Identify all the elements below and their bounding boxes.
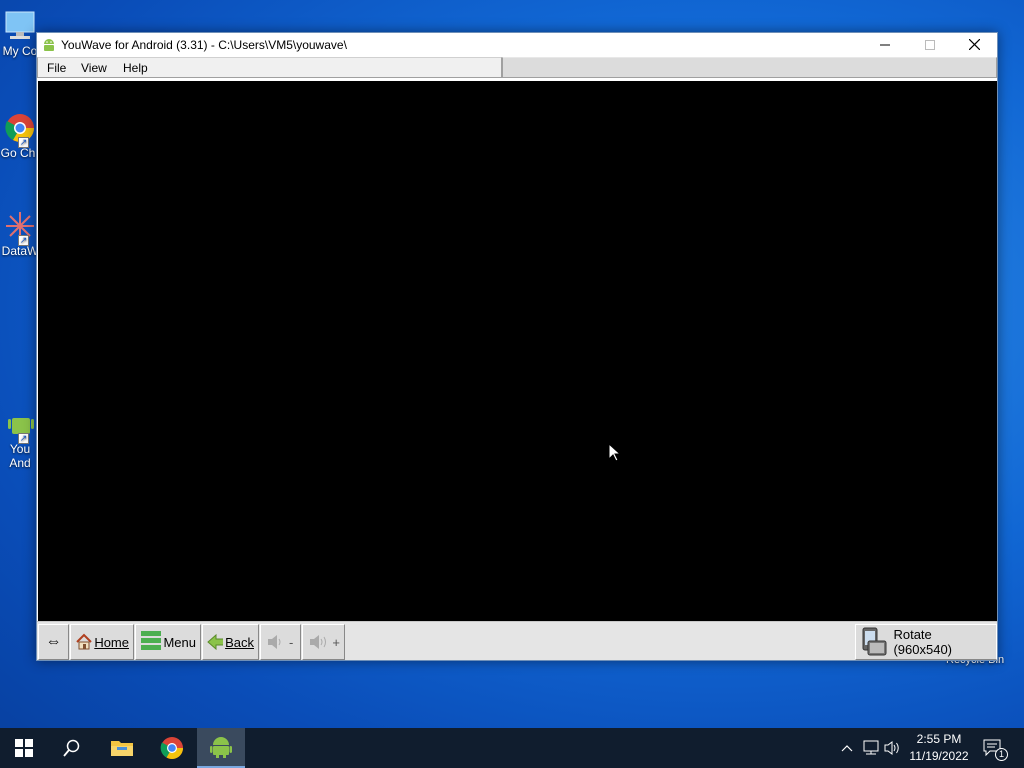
search-icon [63,739,80,757]
menu-help[interactable]: Help [123,61,148,75]
chrome-icon [160,737,183,759]
menu-icon [141,631,161,650]
android-icon: ↗ [4,408,36,444]
home-icon [76,633,92,650]
maximize-icon [924,40,935,50]
speaker-icon [268,635,281,649]
android-screen[interactable] [38,81,997,621]
desktop-icon-chrome[interactable]: ↗ Go Chr [0,112,40,160]
home-button[interactable]: Home [70,624,134,660]
volume-button[interactable] [883,728,903,768]
chrome-icon: ↗ [4,112,36,148]
android-icon [210,737,232,758]
taskbar-file-explorer[interactable] [98,728,146,768]
home-label: Home [94,634,129,650]
back-label: Back [225,634,254,650]
volume-up-label: + [332,634,340,650]
folder-icon [111,741,133,756]
network-button[interactable] [860,728,882,768]
clock[interactable]: 2:55 PM 11/19/2022 [902,731,976,765]
resize-arrows-icon: ⇔ [45,633,62,650]
rotate-label: Rotate (960x540) [893,627,953,657]
network-icon [863,740,879,755]
menu-label: Menu [163,634,196,650]
chevron-up-icon [841,745,853,752]
volume-up-button[interactable]: + [302,624,345,660]
action-center-button[interactable]: 1 [980,728,1008,768]
android-icon [41,37,57,53]
notification-count-badge: 1 [995,748,1008,761]
menu-file[interactable]: File [47,61,66,75]
speaker-loud-icon [310,635,326,649]
start-button[interactable] [0,728,48,768]
computer-icon [4,10,36,42]
desktop-icon-label: My Co [2,44,38,58]
shortcut-arrow-icon: ↗ [18,235,29,246]
shortcut-arrow-icon: ↗ [18,137,29,148]
menu-button[interactable]: Menu [135,624,201,660]
desktop-icon-label: You And [9,442,31,470]
menu-bar-filler [502,57,997,78]
back-arrow-icon [207,633,224,651]
volume-icon [884,741,899,755]
rotate-button[interactable]: Rotate (960x540) [855,624,997,660]
volume-down-button[interactable]: - [260,624,301,660]
shortcut-arrow-icon: ↗ [18,433,29,444]
taskbar-youwave[interactable] [197,728,245,768]
taskbar-chrome[interactable] [148,728,196,768]
clock-date: 11/19/2022 [909,749,969,763]
menu-view[interactable]: View [81,61,107,75]
back-button[interactable]: Back [202,624,259,660]
rotate-device-icon [862,627,887,656]
desktop-icon-my-computer[interactable]: My Co [0,10,40,58]
minimize-button[interactable] [862,33,907,57]
desktop-icon-label: DataW [1,244,39,258]
window-title: YouWave for Android (3.31) - C:\Users\VM… [61,38,347,52]
close-icon [968,38,981,51]
desktop-icon-label: Go Chr [0,146,40,160]
close-button[interactable] [952,33,997,57]
desktop-icon-datawatch[interactable]: ↗ DataW [0,210,40,258]
mouse-cursor-icon [608,443,622,462]
minimize-icon [879,44,890,46]
title-bar[interactable]: YouWave for Android (3.31) - C:\Users\VM… [37,33,997,57]
search-button[interactable] [48,728,96,768]
menu-bar: File View Help [37,57,502,78]
datawatch-icon: ↗ [4,210,36,246]
windows-logo-icon [15,739,33,757]
desktop-icon-youwave[interactable]: ↗ You And [0,408,40,470]
maximize-button[interactable] [907,33,952,57]
clock-time: 2:55 PM [916,732,962,746]
taskbar: 2:55 PM 11/19/2022 1 [0,728,1024,768]
volume-down-label: - [289,634,294,650]
youwave-window: YouWave for Android (3.31) - C:\Users\VM… [36,32,998,661]
tray-overflow-button[interactable] [838,728,856,768]
bottom-toolbar: ⇔ Home Menu Back - + Rotate (960x540) [37,621,997,660]
resize-button[interactable]: ⇔ [38,624,69,660]
